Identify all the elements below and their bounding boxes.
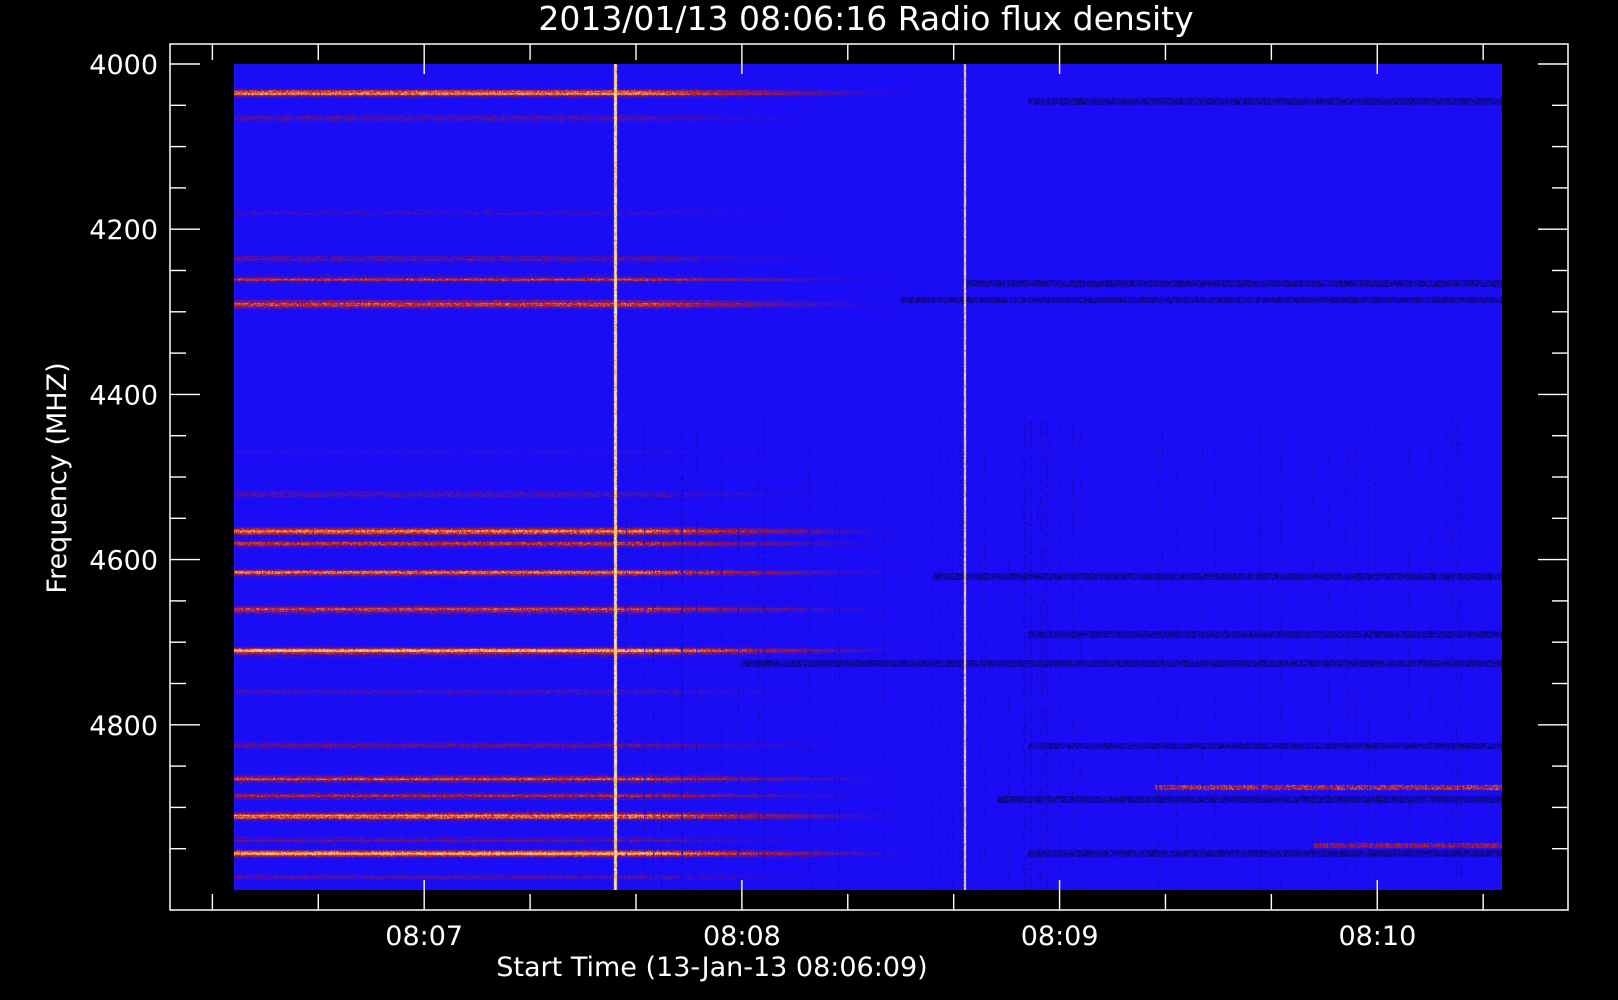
y-tick-label: 4000 [89, 50, 158, 81]
x-tick-label: 08:09 [1021, 921, 1099, 952]
y-tick-label: 4400 [89, 380, 158, 411]
x-tick-label: 08:07 [385, 921, 463, 952]
y-tick-label: 4200 [89, 215, 158, 246]
x-tick-label: 08:10 [1338, 921, 1416, 952]
spectrogram-chart: 2013/01/13 08:06:16 Radio flux density 4… [0, 0, 1618, 1000]
y-tick-label: 4600 [89, 546, 158, 577]
y-tick-label: 4800 [89, 711, 158, 742]
heatmap-area [234, 64, 1502, 890]
y-axis-label: Frequency (MHZ) [42, 362, 73, 593]
x-axis-label: Start Time (13-Jan-13 08:06:09) [496, 952, 927, 983]
heatmap-canvas [234, 64, 1502, 890]
x-tick-label: 08:08 [703, 921, 781, 952]
chart-title: 2013/01/13 08:06:16 Radio flux density [538, 0, 1193, 38]
